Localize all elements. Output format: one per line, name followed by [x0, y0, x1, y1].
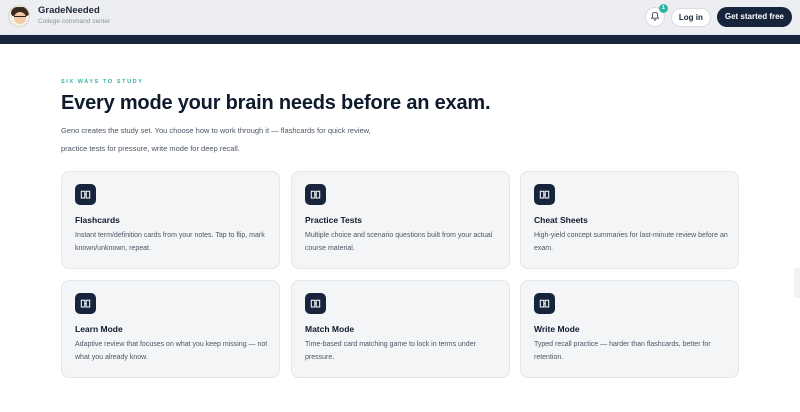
book-icon	[534, 293, 555, 314]
avatar	[8, 5, 30, 27]
mode-card-cheat-sheets[interactable]: Cheat Sheets High-yield concept summarie…	[520, 171, 739, 269]
book-icon	[305, 184, 326, 205]
header-accent-strip	[0, 35, 800, 44]
mode-card-title: Practice Tests	[305, 215, 363, 225]
notification-badge: 1	[658, 4, 668, 13]
mode-card-description: Adaptive review that focuses on what you…	[75, 341, 268, 361]
login-button[interactable]: Log in	[670, 7, 711, 27]
brand-tagline: College command center	[38, 18, 111, 25]
mode-card-write-mode[interactable]: Write Mode Typed recall practice — harde…	[520, 280, 739, 378]
mode-card-description: High-yield concept summaries for last-mi…	[534, 232, 728, 252]
top-navigation-bar: GradeNeeded College command center 1 Log…	[0, 0, 800, 35]
mode-card-title: Flashcards	[75, 215, 120, 225]
mode-card-description: Time-based card matching game to lock in…	[305, 341, 476, 361]
mode-card-flashcards[interactable]: Flashcards Instant term/definition cards…	[61, 171, 280, 269]
mode-card-description: Typed recall practice — harder than flas…	[534, 341, 711, 361]
side-scroll-handle[interactable]	[794, 268, 800, 298]
book-icon	[75, 184, 96, 205]
section-description-line-2: practice tests for pressure, write mode …	[61, 144, 240, 153]
get-started-button[interactable]: Get started free	[716, 7, 792, 27]
section-eyebrow: SIX WAYS TO STUDY	[61, 79, 144, 85]
book-icon	[305, 293, 326, 314]
notifications-button[interactable]: 1	[644, 4, 668, 27]
mode-card-title: Learn Mode	[75, 324, 123, 334]
mode-card-learn-mode[interactable]: Learn Mode Adaptive review that focuses …	[61, 280, 280, 378]
mode-card-title: Cheat Sheets	[534, 215, 588, 225]
mode-card-practice-tests[interactable]: Practice Tests Multiple choice and scena…	[291, 171, 510, 269]
bell-icon	[650, 8, 660, 26]
section-description-line-1: Geno creates the study set. You choose h…	[61, 126, 371, 135]
brand-name: GradeNeeded	[38, 5, 100, 16]
mode-card-title: Write Mode	[534, 324, 580, 334]
section-title: Every mode your brain needs before an ex…	[61, 92, 491, 114]
mode-card-title: Match Mode	[305, 324, 355, 334]
mode-card-description: Multiple choice and scenario questions b…	[305, 232, 493, 252]
mode-card-match-mode[interactable]: Match Mode Time-based card matching game…	[291, 280, 510, 378]
section-description: Geno creates the study set. You choose h…	[61, 122, 431, 158]
brand[interactable]: GradeNeeded College command center	[8, 5, 110, 27]
book-icon	[534, 184, 555, 205]
book-icon	[75, 293, 96, 314]
mode-card-description: Instant term/definition cards from your …	[75, 232, 265, 252]
